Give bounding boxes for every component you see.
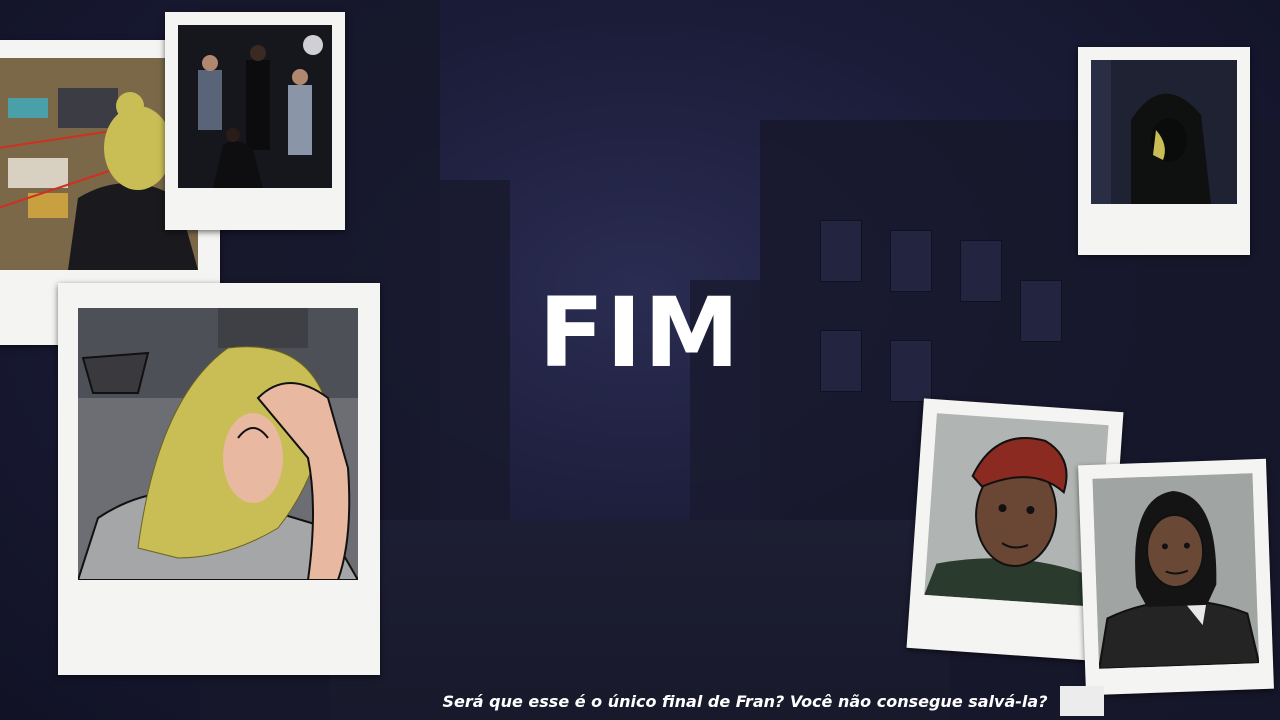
photo-image <box>78 308 358 580</box>
background-window <box>890 230 932 292</box>
hooded-figure-illustration <box>1091 60 1237 204</box>
dark-hair-jacket-illustration <box>1092 473 1260 669</box>
photo-blonde-woman-head-in-hand <box>58 283 380 675</box>
background-street <box>330 520 950 720</box>
photo-hooded-figure <box>1078 47 1250 255</box>
photo-woman-dark-hair-jacket <box>1078 458 1274 696</box>
continue-box[interactable] <box>1060 686 1104 716</box>
background-window <box>820 220 862 282</box>
game-ending-screen: FIM Será que esse é o único final de Fra… <box>0 0 1280 720</box>
ending-title: FIM <box>538 277 742 389</box>
ending-caption: Será que esse é o único final de Fran? V… <box>442 692 1048 711</box>
photo-image <box>1092 473 1260 669</box>
background-window <box>890 340 932 402</box>
background-window <box>820 330 862 392</box>
photo-four-people-dark-room <box>165 12 345 230</box>
background-window <box>960 240 1002 302</box>
head-in-hand-illustration <box>78 308 358 580</box>
photo-image <box>178 25 332 188</box>
background-window <box>1020 280 1062 342</box>
photo-image <box>1091 60 1237 204</box>
four-people-illustration <box>178 25 332 188</box>
